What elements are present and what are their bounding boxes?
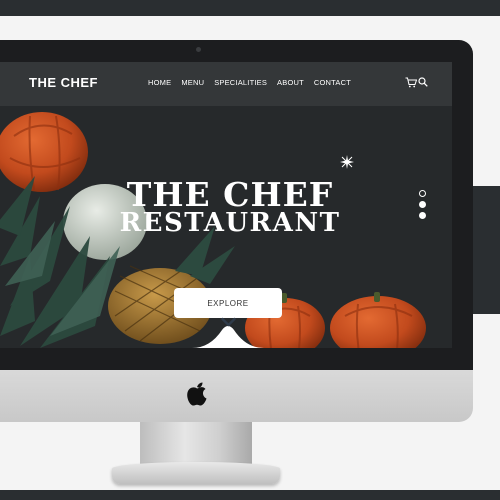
nav-menu: HOME MENU SPECIALITIES ABOUT CONTACT xyxy=(148,78,351,87)
chevron-down-icon[interactable] xyxy=(221,317,236,327)
hero-title: THE CHEF xyxy=(126,175,334,214)
cart-icon[interactable] xyxy=(405,77,417,88)
apple-logo-icon xyxy=(187,382,207,406)
slider-dot-1[interactable] xyxy=(419,190,426,197)
nav-link-about[interactable]: ABOUT xyxy=(277,78,304,87)
site-logo[interactable]: THE CHEF xyxy=(29,75,98,90)
camera-icon xyxy=(196,47,201,52)
monitor-stand-neck xyxy=(140,422,252,466)
monitor-stand-foot xyxy=(112,462,280,484)
explore-button[interactable]: EXPLORE xyxy=(174,288,282,318)
site-navbar: THE CHEF HOME MENU SPECIALITIES ABOUT CO… xyxy=(0,62,452,106)
nav-link-specialities[interactable]: SPECIALITIES xyxy=(214,78,267,87)
nav-link-contact[interactable]: CONTACT xyxy=(314,78,351,87)
nav-link-menu[interactable]: MENU xyxy=(181,78,204,87)
search-icon[interactable] xyxy=(418,77,428,87)
hero-section: THE CHEF RESTAURANT EXPLORE xyxy=(0,106,452,348)
background-band-top xyxy=(0,0,500,16)
hero-subtitle: RESTAURANT xyxy=(119,208,341,238)
background-band-bottom xyxy=(0,490,500,500)
slider-dot-2[interactable] xyxy=(419,201,426,208)
monitor-screen: THE CHEF HOME MENU SPECIALITIES ABOUT CO… xyxy=(0,62,452,348)
monitor-chin xyxy=(0,370,473,422)
slider-dots xyxy=(419,190,426,223)
nav-link-home[interactable]: HOME xyxy=(148,78,171,87)
sparkle-icon xyxy=(340,155,354,169)
slider-dot-3[interactable] xyxy=(419,212,426,219)
background-band-right xyxy=(472,186,500,314)
